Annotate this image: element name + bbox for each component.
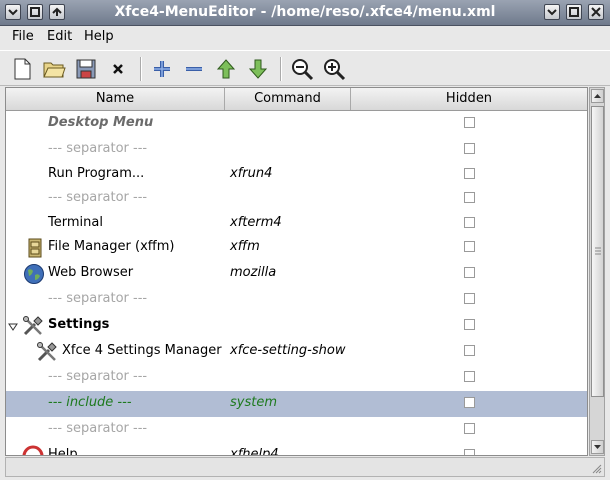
move-down-icon[interactable] <box>244 55 272 83</box>
menu-edit[interactable]: Edit <box>47 29 72 44</box>
zoom-out-icon[interactable] <box>288 55 316 83</box>
row-name: Terminal <box>48 215 103 230</box>
minimize-icon[interactable] <box>544 4 560 20</box>
tree-row-separator[interactable]: --- separator --- <box>6 287 587 313</box>
hidden-checkbox[interactable] <box>464 423 475 434</box>
row-command: system <box>230 395 277 410</box>
column-command[interactable]: Command <box>225 88 351 110</box>
row-name: Settings <box>48 317 110 332</box>
remove-icon[interactable] <box>180 55 208 83</box>
row-name: --- separator --- <box>48 190 148 205</box>
tools-icon <box>22 315 44 337</box>
tree-row-separator[interactable]: --- separator --- <box>6 417 587 443</box>
hidden-checkbox[interactable] <box>464 217 475 228</box>
hidden-checkbox[interactable] <box>464 192 475 203</box>
close-x-icon[interactable] <box>104 55 132 83</box>
column-hidden[interactable]: Hidden <box>351 88 587 110</box>
tree-row-settings-manager[interactable]: Xfce 4 Settings Manager xfce-setting-sho… <box>6 339 587 365</box>
menu-bar: File Edit Help <box>0 26 610 48</box>
new-document-icon[interactable] <box>8 55 36 83</box>
menu-help[interactable]: Help <box>84 29 114 44</box>
row-name: --- include --- <box>48 395 132 410</box>
close-icon[interactable] <box>588 4 604 20</box>
row-name: Run Program... <box>48 166 145 181</box>
row-command: xfterm4 <box>230 215 282 230</box>
zoom-in-icon[interactable] <box>320 55 348 83</box>
toolbar <box>0 50 610 86</box>
stick-icon[interactable] <box>49 4 65 20</box>
row-command: xffm <box>230 239 260 254</box>
tree-row-help[interactable]: Help xfhelp4 <box>6 443 587 456</box>
window-menu-icon[interactable] <box>5 4 21 20</box>
row-name: Desktop Menu <box>48 115 154 130</box>
window-title: Xfce4-MenuEditor - /home/reso/.xfce4/men… <box>114 4 496 20</box>
row-name: --- separator --- <box>48 421 148 436</box>
hidden-checkbox[interactable] <box>464 345 475 356</box>
maximize-icon[interactable] <box>566 4 582 20</box>
title-bar: Xfce4-MenuEditor - /home/reso/.xfce4/men… <box>0 0 610 26</box>
toolbar-separator <box>140 57 142 81</box>
hidden-checkbox[interactable] <box>464 117 475 128</box>
vertical-scrollbar[interactable] <box>589 87 605 456</box>
hidden-checkbox[interactable] <box>464 267 475 278</box>
menu-file[interactable]: File <box>12 29 34 44</box>
row-command: xfce-setting-show <box>230 343 346 358</box>
hidden-checkbox[interactable] <box>464 168 475 179</box>
move-up-icon[interactable] <box>212 55 240 83</box>
row-name: Xfce 4 Settings Manager <box>62 343 222 358</box>
tree-row-separator[interactable]: --- separator --- <box>6 365 587 391</box>
row-name: --- separator --- <box>48 141 148 156</box>
save-icon[interactable] <box>72 55 100 83</box>
tree-row-separator[interactable]: --- separator --- <box>6 137 587 163</box>
scrollbar-thumb[interactable] <box>591 106 604 397</box>
file-cabinet-icon <box>24 237 46 259</box>
tree-row-file-manager[interactable]: File Manager (xffm) xffm <box>6 235 587 261</box>
hidden-checkbox[interactable] <box>464 319 475 330</box>
globe-icon <box>23 263 45 285</box>
column-name[interactable]: Name <box>6 88 225 110</box>
resize-grip-icon[interactable] <box>590 462 602 474</box>
toolbar-separator <box>280 57 282 81</box>
open-folder-icon[interactable] <box>40 55 68 83</box>
status-bar <box>5 457 605 477</box>
menu-tree[interactable]: Name Command Hidden Desktop Menu --- sep… <box>5 87 588 456</box>
tree-row-run-program[interactable]: Run Program... xfrun4 <box>6 162 587 188</box>
scroll-down-arrow-icon[interactable] <box>591 440 604 454</box>
row-command: xfrun4 <box>230 166 273 181</box>
row-name: Web Browser <box>48 265 134 280</box>
hidden-checkbox[interactable] <box>464 241 475 252</box>
tree-row-web-browser[interactable]: Web Browser mozilla <box>6 261 587 287</box>
hidden-checkbox[interactable] <box>464 397 475 408</box>
help-icon <box>22 445 44 455</box>
hidden-checkbox[interactable] <box>464 449 475 455</box>
tree-row-separator[interactable]: --- separator --- <box>6 186 587 212</box>
row-name: File Manager (xffm) <box>48 239 175 254</box>
add-icon[interactable] <box>148 55 176 83</box>
row-name: Help <box>48 447 78 456</box>
row-name: --- separator --- <box>48 369 148 384</box>
row-command: mozilla <box>230 265 277 280</box>
hidden-checkbox[interactable] <box>464 371 475 382</box>
tree-row-terminal[interactable]: Terminal xfterm4 <box>6 211 587 237</box>
hidden-checkbox[interactable] <box>464 293 475 304</box>
expander-icon[interactable] <box>8 321 18 336</box>
tree-row-include[interactable]: --- include --- system <box>6 391 587 417</box>
row-name: --- separator --- <box>48 291 148 306</box>
shade-icon[interactable] <box>27 4 43 20</box>
tools-icon <box>36 341 58 363</box>
row-command: xfhelp4 <box>230 447 279 456</box>
tree-row-settings[interactable]: Settings <box>6 313 587 339</box>
tree-row-desktop-menu[interactable]: Desktop Menu <box>6 111 587 137</box>
column-header: Name Command Hidden <box>6 88 587 111</box>
scroll-up-arrow-icon[interactable] <box>591 89 604 103</box>
hidden-checkbox[interactable] <box>464 143 475 154</box>
